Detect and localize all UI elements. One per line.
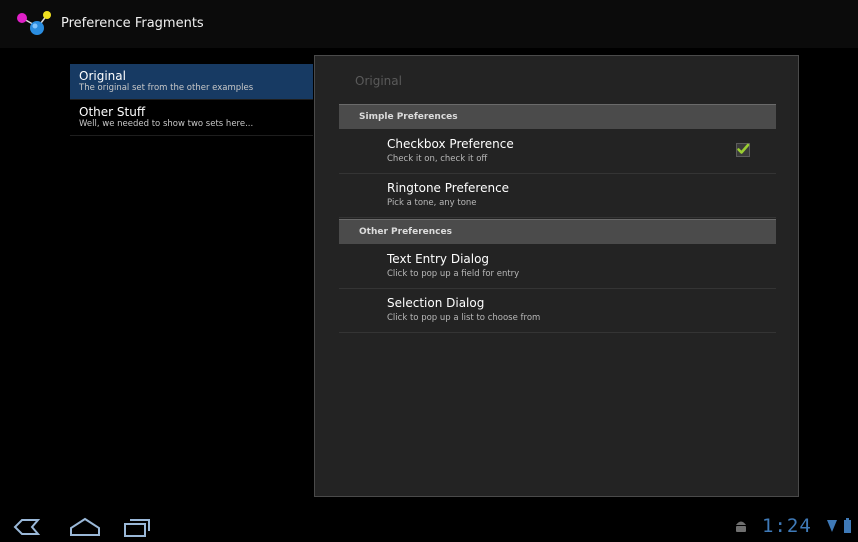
android-notification-icon[interactable] — [734, 518, 748, 534]
pref-summary: Click to pop up a list to choose from — [387, 313, 541, 323]
header-summary: Well, we needed to show two sets here... — [79, 119, 254, 129]
recent-apps-icon[interactable] — [122, 516, 152, 538]
header-title: Original — [79, 69, 126, 83]
battery-icon — [844, 518, 851, 533]
ringtone-preference[interactable]: Ringtone Preference Pick a tone, any ton… — [339, 175, 776, 218]
home-icon[interactable] — [67, 516, 103, 538]
selection-dialog-preference[interactable]: Selection Dialog Click to pop up a list … — [339, 290, 776, 333]
pref-summary: Click to pop up a field for entry — [387, 269, 520, 279]
wifi-icon — [827, 520, 837, 532]
pref-title: Selection Dialog — [387, 296, 485, 310]
category-simple-preferences: Simple Preferences — [339, 104, 776, 129]
pane-title: Original — [355, 74, 402, 88]
clock[interactable]: 1:24 — [762, 515, 812, 537]
header-item-original[interactable]: Original The original set from the other… — [70, 64, 313, 100]
system-bar: 1:24 — [0, 510, 858, 542]
pref-summary: Check it on, check it off — [387, 154, 488, 164]
app-icon[interactable] — [16, 10, 52, 38]
preference-pane: Original Simple Preferences Checkbox Pre… — [314, 55, 799, 497]
header-summary: The original set from the other examples — [79, 83, 254, 93]
pref-title: Ringtone Preference — [387, 181, 510, 195]
action-bar: Preference Fragments — [0, 0, 858, 48]
text-entry-dialog-preference[interactable]: Text Entry Dialog Click to pop up a fiel… — [339, 246, 776, 289]
pref-title: Text Entry Dialog — [387, 252, 490, 266]
app-title: Preference Fragments — [61, 16, 204, 31]
pref-title: Checkbox Preference — [387, 137, 514, 151]
header-item-other-stuff[interactable]: Other Stuff Well, we needed to show two … — [70, 100, 313, 136]
pref-summary: Pick a tone, any tone — [387, 198, 477, 208]
header-list: Original The original set from the other… — [70, 64, 313, 136]
back-icon[interactable] — [12, 516, 42, 538]
header-title: Other Stuff — [79, 105, 146, 119]
checkmark-icon — [737, 143, 750, 154]
checkbox-preference[interactable]: Checkbox Preference Check it on, check i… — [339, 131, 776, 174]
category-other-preferences: Other Preferences — [339, 219, 776, 244]
checkbox[interactable] — [736, 143, 750, 157]
